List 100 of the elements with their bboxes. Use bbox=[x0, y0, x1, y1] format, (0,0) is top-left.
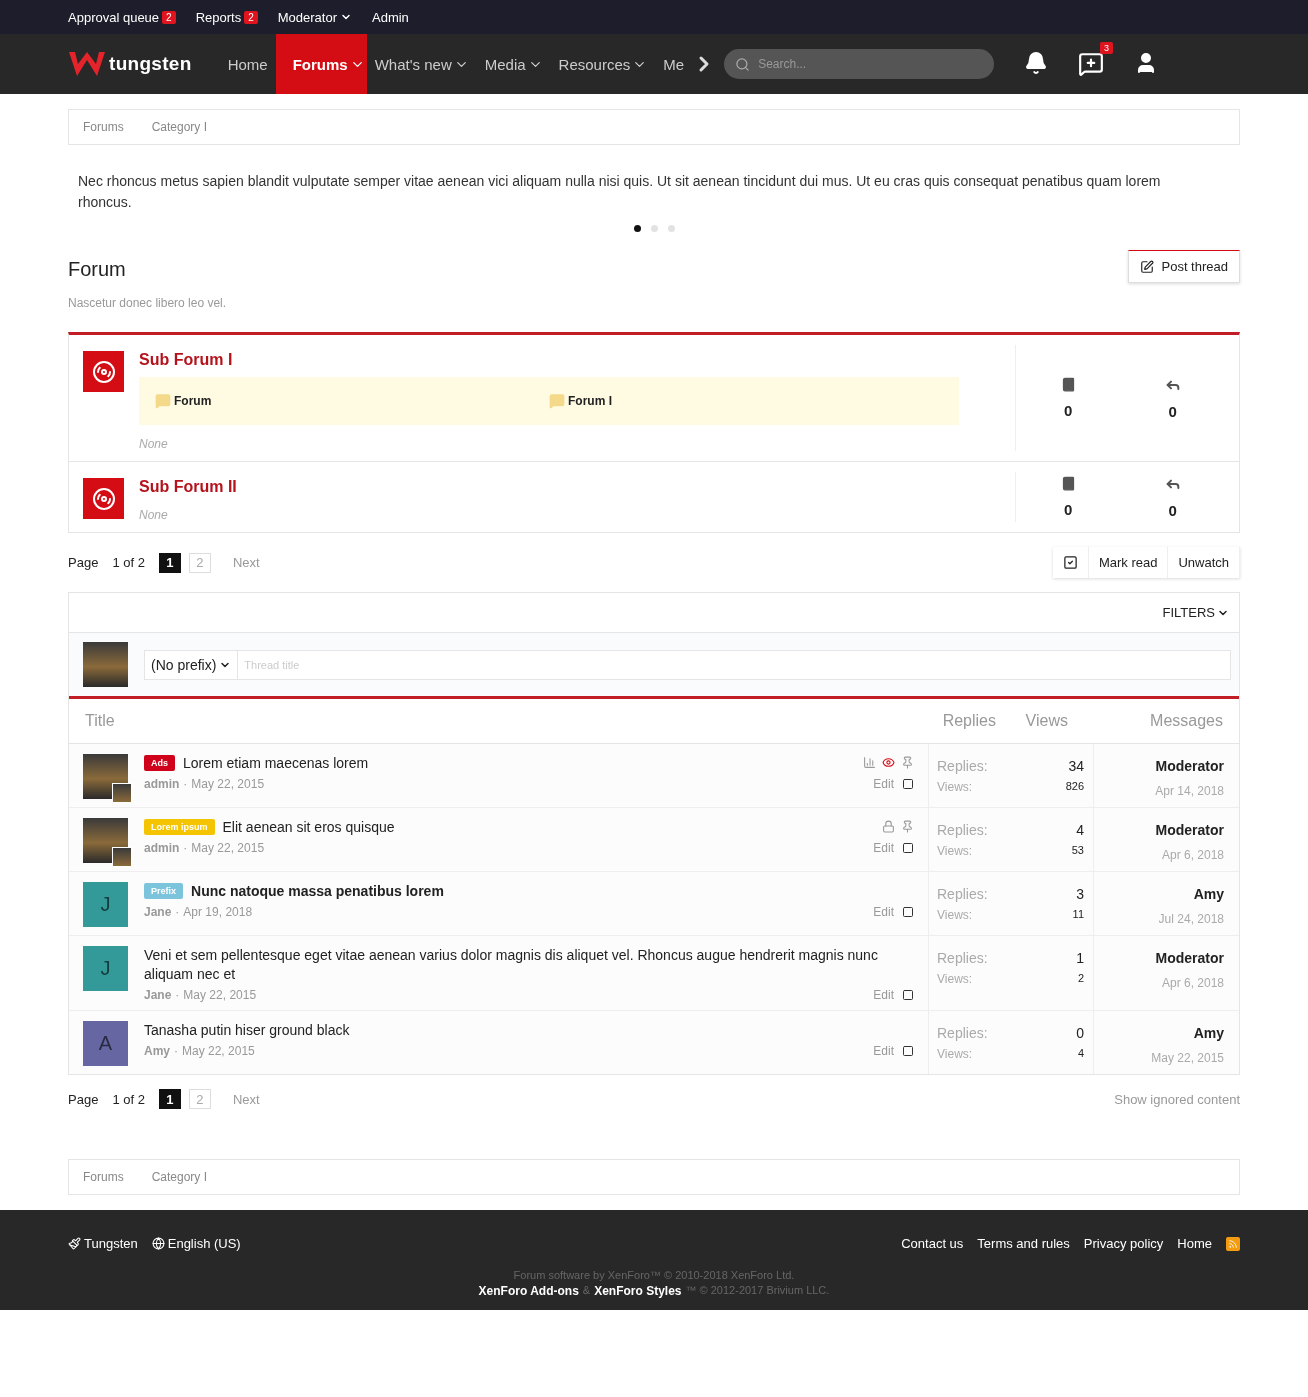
nav-tab[interactable]: Resources bbox=[550, 34, 656, 94]
page-number[interactable]: 1 bbox=[158, 1089, 181, 1109]
thread-title[interactable]: Lorem etiam maecenas lorem bbox=[183, 754, 855, 773]
replies-label: Replies: bbox=[937, 822, 989, 838]
filters-button[interactable]: FILTERS bbox=[1162, 605, 1229, 620]
breadcrumb-link[interactable]: Category I bbox=[137, 1170, 222, 1184]
replies-label: Replies: bbox=[937, 886, 989, 902]
page-count: 1 of 2 bbox=[112, 1091, 145, 1107]
last-poster-link[interactable]: Amy bbox=[1193, 886, 1224, 902]
bell-icon[interactable] bbox=[1024, 51, 1049, 77]
breadcrumb-link[interactable]: Forums bbox=[69, 1170, 138, 1184]
checkbox[interactable] bbox=[902, 778, 914, 790]
nav-tab[interactable]: Home bbox=[219, 34, 276, 94]
forum-description: Nascetur donec libero leo vel. bbox=[68, 296, 227, 310]
prefix-label: Ads bbox=[144, 755, 175, 771]
views-count: 2 bbox=[1076, 972, 1084, 986]
breadcrumb-link[interactable]: Category I bbox=[137, 120, 222, 134]
separator-dot: · bbox=[175, 988, 180, 1002]
separator-dot: · bbox=[183, 841, 188, 855]
logo[interactable]: tungsten bbox=[68, 50, 192, 78]
thread-count: 0 bbox=[1064, 402, 1073, 419]
letter-avatar: A bbox=[83, 1021, 128, 1066]
checkbox[interactable] bbox=[902, 842, 914, 854]
carousel-dot[interactable] bbox=[667, 225, 675, 232]
select-button[interactable] bbox=[1052, 547, 1089, 578]
letter-avatar: J bbox=[83, 946, 128, 991]
staff-link[interactable]: Reports 2 bbox=[195, 9, 258, 25]
last-poster-link[interactable]: Amy bbox=[1193, 1025, 1224, 1041]
footer-link[interactable]: Home bbox=[1177, 1236, 1212, 1251]
thread-title[interactable]: Veni et sem pellentesque eget vitae aenean varius dolor magnis dis aliquet vel. Rhoncus augue hendrerit magnis nunc aliquam nec et bbox=[144, 946, 906, 984]
search-icon bbox=[735, 57, 751, 72]
views-label: Views: bbox=[937, 780, 974, 794]
last-post-date: Apr 14, 2018 bbox=[1155, 784, 1224, 798]
carousel-dot[interactable] bbox=[650, 225, 658, 232]
letter-avatar: J bbox=[83, 882, 128, 927]
last-post-date: May 22, 2015 bbox=[1151, 1051, 1224, 1065]
language-link[interactable]: English (US) bbox=[167, 1236, 241, 1251]
last-poster-link[interactable]: Moderator bbox=[1155, 822, 1224, 838]
checkbox-icon bbox=[1062, 555, 1078, 570]
forum-icon bbox=[83, 351, 124, 392]
prefix-label: Prefix bbox=[144, 883, 183, 899]
globe-icon bbox=[151, 1237, 165, 1250]
pen-icon bbox=[1139, 259, 1154, 274]
search-field[interactable]: Search... bbox=[724, 49, 995, 79]
carousel-dot[interactable] bbox=[633, 225, 641, 232]
thread-count: 0 bbox=[1064, 501, 1073, 518]
column-header: Views bbox=[1024, 712, 1068, 730]
subforum-link[interactable]: Forum bbox=[174, 394, 212, 408]
subforum-link[interactable]: Forum I bbox=[568, 394, 612, 408]
checkbox[interactable] bbox=[902, 1045, 914, 1057]
count-badge: 3 bbox=[1100, 42, 1114, 54]
nav-tab[interactable]: What's new bbox=[366, 34, 477, 94]
rss-icon[interactable] bbox=[1226, 1236, 1240, 1251]
thread-title[interactable]: Elit aenean sit eros quisque bbox=[222, 818, 874, 837]
views-count: 826 bbox=[1065, 780, 1084, 794]
last-poster-link[interactable]: Moderator bbox=[1155, 758, 1224, 774]
style-link[interactable]: Tungsten bbox=[84, 1236, 138, 1251]
replies-label: Replies: bbox=[937, 950, 989, 966]
thread-date: Apr 19, 2018 bbox=[183, 905, 253, 919]
staff-link[interactable]: Moderator bbox=[277, 9, 352, 25]
credit-link[interactable]: XenForo Styles bbox=[594, 1284, 682, 1298]
message-count: 0 bbox=[1168, 501, 1177, 519]
photo-placeholder bbox=[83, 642, 128, 687]
nav-tab[interactable]: Media bbox=[476, 34, 551, 94]
checkbox[interactable] bbox=[902, 989, 914, 1001]
action-button[interactable]: Unwatch bbox=[1168, 547, 1240, 578]
thread-title[interactable]: Nunc natoque massa penatibus lorem bbox=[191, 882, 906, 901]
last-post-date: Apr 6, 2018 bbox=[1161, 976, 1224, 990]
subforum-title[interactable]: Sub Forum I bbox=[139, 351, 959, 369]
checkbox[interactable] bbox=[902, 906, 914, 918]
footer-link[interactable]: Terms and rules bbox=[977, 1236, 1070, 1251]
nav-tab[interactable]: Forums bbox=[275, 34, 367, 94]
page-number[interactable]: 1 bbox=[158, 552, 181, 573]
column-header: Messages bbox=[1149, 712, 1223, 730]
credit-link[interactable]: XenForo Add-ons bbox=[478, 1284, 579, 1298]
replies-count: 4 bbox=[1075, 822, 1084, 838]
staff-link[interactable]: Approval queue 2 bbox=[68, 9, 176, 25]
credit-text: ™ © 2012-2017 Brivium LLC. bbox=[685, 1284, 830, 1298]
last-poster-link[interactable]: Moderator bbox=[1155, 950, 1224, 966]
nav-tab[interactable]: Me bbox=[655, 34, 693, 94]
count-badge: 2 bbox=[162, 10, 176, 24]
separator-dot: · bbox=[183, 777, 188, 791]
forum-title: Forum bbox=[68, 258, 127, 281]
copyright-text: Forum software by XenForo™ © 2010-2018 XenForo Ltd. bbox=[512, 1269, 796, 1281]
subforum-title[interactable]: Sub Forum II bbox=[139, 478, 959, 496]
views-label: Views: bbox=[937, 1047, 974, 1061]
footer-link[interactable]: Contact us bbox=[901, 1236, 964, 1251]
action-button[interactable]: Mark read bbox=[1088, 547, 1169, 578]
thread-title[interactable]: Tanasha putin hiser ground black bbox=[144, 1021, 906, 1040]
staff-link[interactable]: Admin bbox=[372, 9, 409, 25]
latest-post-text: None bbox=[139, 437, 169, 451]
prefix-label: Lorem ipsum bbox=[144, 819, 215, 835]
breadcrumb-link[interactable]: Forums bbox=[69, 120, 138, 134]
thread-date: May 22, 2015 bbox=[191, 777, 265, 791]
footer-link[interactable]: Privacy policy bbox=[1083, 1236, 1164, 1251]
chat-plus-icon[interactable] bbox=[1078, 51, 1105, 77]
brush-icon bbox=[68, 1237, 81, 1250]
post-thread-button[interactable]: Post thread bbox=[1127, 250, 1240, 283]
thread-date: May 22, 2015 bbox=[182, 1044, 255, 1058]
views-count: 4 bbox=[1076, 1047, 1084, 1061]
